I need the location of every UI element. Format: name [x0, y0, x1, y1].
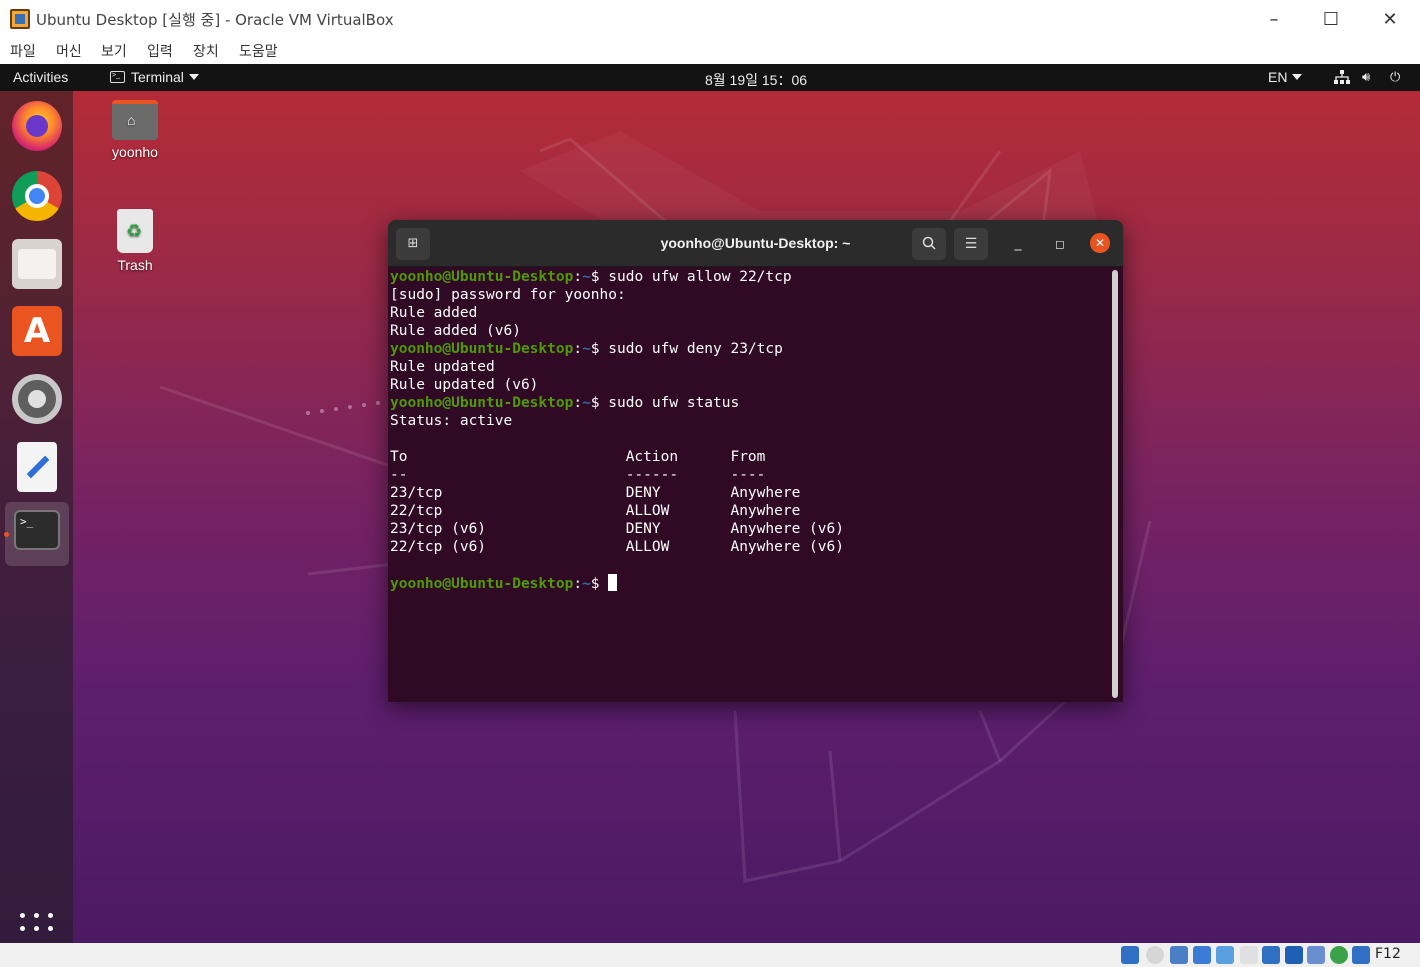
- terminal-cursor: [608, 574, 618, 591]
- app-menu-button[interactable]: >_ Terminal: [110, 69, 199, 85]
- command-text: sudo ufw allow 22/tcp: [608, 269, 792, 285]
- trash-icon: ♻: [117, 209, 153, 253]
- optical-drive-icon[interactable]: [1146, 946, 1164, 964]
- terminal-output-line: 22/tcp ALLOW Anywhere: [390, 503, 801, 519]
- terminal-output-line: Status: active: [390, 413, 513, 429]
- activities-button[interactable]: Activities: [13, 69, 68, 85]
- network-icon[interactable]: [1334, 70, 1350, 84]
- running-indicator: [4, 532, 9, 537]
- vbox-titlebar: Ubuntu Desktop [실행 중] - Oracle VM Virtua…: [0, 0, 1420, 38]
- guest-additions-icon[interactable]: [1330, 946, 1348, 964]
- prompt-user: yoonho@Ubuntu-Desktop: [390, 269, 574, 285]
- maximize-button[interactable]: ☐: [1302, 0, 1360, 38]
- virtualization-icon[interactable]: [1307, 946, 1325, 964]
- terminal-output-line: Rule updated (v6): [390, 377, 539, 393]
- firefox-icon[interactable]: [12, 101, 62, 151]
- terminal-icon[interactable]: >_: [14, 510, 60, 550]
- terminal-output-line: 23/tcp DENY Anywhere: [390, 485, 801, 501]
- app-menu-label: Terminal: [131, 69, 184, 85]
- terminal-window: ⊞ yoonho@Ubuntu-Desktop: ~ ☰ _ ◻ ✕ yoonh…: [388, 220, 1123, 702]
- hard-disk-icon[interactable]: [1121, 946, 1139, 964]
- chevron-down-icon: [1292, 74, 1303, 80]
- terminal-small-icon: >_: [110, 71, 125, 83]
- terminal-scrollbar[interactable]: [1112, 270, 1118, 698]
- search-icon: [922, 236, 936, 250]
- terminal-output-line: Rule added: [390, 305, 478, 321]
- usb-icon[interactable]: [1216, 946, 1234, 964]
- menu-file[interactable]: 파일: [10, 41, 36, 61]
- prompt-path: ~: [582, 395, 591, 411]
- terminal-minimize-button[interactable]: _: [1008, 234, 1028, 254]
- host-key-label: F12: [1375, 946, 1401, 962]
- terminal-prompt-line: yoonho@Ubuntu-Desktop:~$ sudo ufw allow …: [390, 269, 792, 285]
- window-title: Ubuntu Desktop [실행 중] - Oracle VM Virtua…: [36, 11, 394, 29]
- volume-icon[interactable]: 🔊︎: [1362, 69, 1370, 85]
- terminal-output-line: -- ------ ----: [390, 467, 766, 483]
- terminal-close-button[interactable]: ✕: [1090, 233, 1110, 253]
- desktop-icon-label: yoonho: [112, 144, 158, 160]
- chrome-icon[interactable]: [12, 171, 62, 221]
- terminal-prompt-line: yoonho@Ubuntu-Desktop:~$: [390, 574, 1110, 592]
- power-icon[interactable]: ⏻: [1390, 69, 1400, 85]
- audio-icon[interactable]: [1170, 946, 1188, 964]
- desktop-icon-label: Trash: [117, 257, 153, 273]
- minimize-button[interactable]: –: [1245, 0, 1303, 38]
- guest-screen: Activities >_ Terminal 8월 19일 15：06 EN 🔊…: [0, 64, 1420, 943]
- language-label: EN: [1268, 69, 1288, 85]
- software-icon[interactable]: A: [12, 306, 62, 356]
- menu-view[interactable]: 보기: [101, 41, 127, 61]
- menu-help[interactable]: 도움말: [239, 41, 278, 61]
- vbox-status-bar: F12: [0, 943, 1420, 967]
- terminal-prompt-line: yoonho@Ubuntu-Desktop:~$ sudo ufw status: [390, 395, 740, 411]
- mouse-integration-icon[interactable]: [1352, 946, 1370, 964]
- show-applications-icon[interactable]: [20, 913, 54, 943]
- terminal-output-line: To Action From: [390, 449, 766, 465]
- recording-icon[interactable]: [1285, 946, 1303, 964]
- terminal-output[interactable]: yoonho@Ubuntu-Desktop:~$ sudo ufw allow …: [390, 268, 1110, 698]
- menu-input[interactable]: 입력: [147, 41, 173, 61]
- command-text: sudo ufw status: [608, 395, 740, 411]
- terminal-output-line: Rule updated: [390, 359, 495, 375]
- text-editor-icon[interactable]: [17, 442, 57, 492]
- hamburger-menu-button[interactable]: ☰: [954, 228, 988, 260]
- terminal-output-line: 22/tcp (v6) ALLOW Anywhere (v6): [390, 539, 844, 555]
- terminal-output-line: 23/tcp (v6) DENY Anywhere (v6): [390, 521, 844, 537]
- menu-devices[interactable]: 장치: [193, 41, 219, 61]
- terminal-prompt-line: yoonho@Ubuntu-Desktop:~$ sudo ufw deny 2…: [390, 341, 783, 357]
- vbox-menubar: 파일 머신 보기 입력 장치 도움말: [0, 38, 1420, 64]
- terminal-output-line: [sudo] password for yoonho:: [390, 287, 626, 303]
- chevron-down-icon: [188, 74, 199, 80]
- prompt-user: yoonho@Ubuntu-Desktop: [390, 341, 574, 357]
- files-icon[interactable]: [12, 239, 62, 289]
- gnome-top-bar: Activities >_ Terminal 8월 19일 15：06 EN 🔊…: [0, 64, 1420, 91]
- terminal-output-line: Rule added (v6): [390, 323, 521, 339]
- menu-machine[interactable]: 머신: [56, 41, 82, 61]
- desktop-trash[interactable]: ♻ Trash: [100, 209, 170, 273]
- desktop-home-folder[interactable]: ⌂ yoonho: [100, 100, 170, 160]
- prompt-user: yoonho@Ubuntu-Desktop: [390, 576, 574, 592]
- prompt-path: ~: [582, 269, 591, 285]
- terminal-maximize-button[interactable]: ◻: [1050, 234, 1070, 254]
- clock[interactable]: 8월 19일 15：06: [705, 70, 807, 90]
- display-icon[interactable]: [1262, 946, 1280, 964]
- prompt-path: ~: [582, 341, 591, 357]
- prompt-user: yoonho@Ubuntu-Desktop: [390, 395, 574, 411]
- terminal-headerbar[interactable]: ⊞ yoonho@Ubuntu-Desktop: ~ ☰ _ ◻ ✕: [388, 220, 1123, 267]
- close-button[interactable]: ✕: [1361, 0, 1419, 38]
- command-text: sudo ufw deny 23/tcp: [608, 341, 783, 357]
- dock: A >_: [0, 91, 73, 943]
- virtualbox-app-icon: [10, 9, 30, 29]
- new-tab-button[interactable]: ⊞: [396, 228, 430, 260]
- search-button[interactable]: [912, 228, 946, 260]
- prompt-path: ~: [582, 576, 591, 592]
- shared-folders-icon[interactable]: [1240, 946, 1258, 964]
- desktop-background: A >_ ⌂ yoonho ♻ Trash ⊞ yoonho@Ubuntu-De…: [0, 91, 1420, 943]
- language-selector[interactable]: EN: [1268, 69, 1303, 85]
- network-adapter-icon[interactable]: [1193, 946, 1211, 964]
- home-folder-icon: ⌂: [112, 100, 158, 140]
- settings-icon[interactable]: [12, 374, 62, 424]
